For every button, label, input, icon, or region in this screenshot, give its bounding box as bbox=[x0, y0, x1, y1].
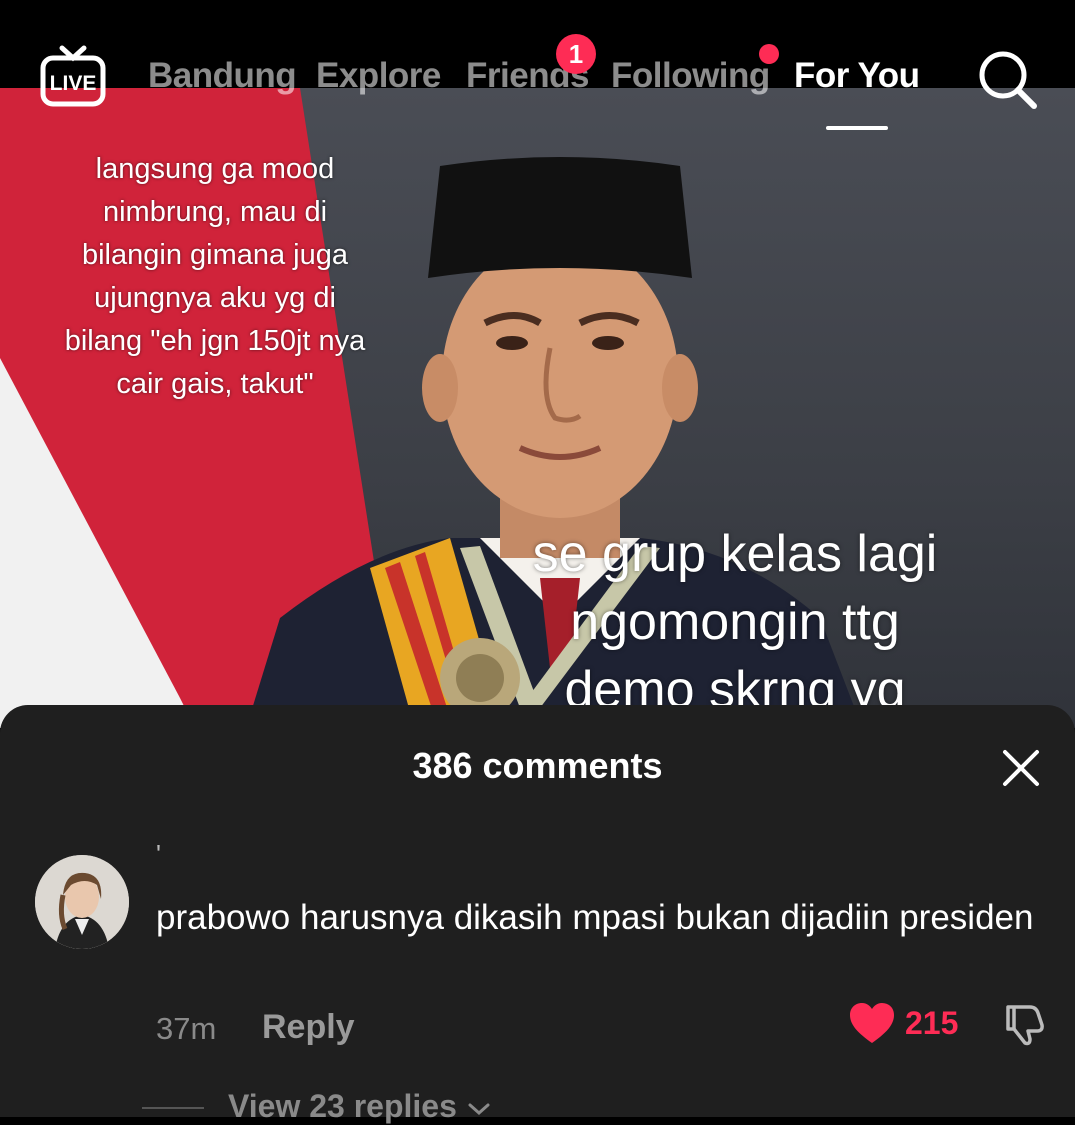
active-tab-indicator bbox=[826, 126, 888, 130]
tab-explore[interactable]: Explore bbox=[316, 56, 441, 96]
comments-count-title: 386 comments bbox=[412, 745, 663, 786]
video-caption-right: se grup kelas lagi ngomongin ttg demo sk… bbox=[532, 525, 938, 719]
tab-bandung[interactable]: Bandung bbox=[148, 56, 297, 96]
search-icon[interactable] bbox=[976, 48, 1038, 110]
live-label: LIVE bbox=[50, 72, 97, 95]
video-player[interactable]: langsung ga mood nimbrung, mau di bilang… bbox=[0, 88, 1075, 728]
video-caption-left: langsung ga mood nimbrung, mau di bilang… bbox=[64, 153, 366, 400]
like-count: 215 bbox=[905, 1005, 959, 1041]
dislike-icon[interactable] bbox=[1000, 999, 1048, 1047]
view-replies-label: View 23 replies bbox=[228, 1088, 457, 1124]
comments-sheet: 386 comments ' prabowo harusnya dikasih … bbox=[0, 705, 1075, 1124]
top-navigation: LIVE Bandung Explore Friends 1 Following… bbox=[0, 0, 1075, 140]
tab-for-you[interactable]: For You bbox=[794, 56, 920, 96]
avatar-image bbox=[35, 855, 129, 949]
comment-text: prabowo harusnya dikasih mpasi bukan dij… bbox=[156, 898, 1034, 937]
close-icon[interactable] bbox=[1000, 747, 1042, 789]
avatar[interactable] bbox=[35, 855, 129, 949]
replies-divider bbox=[142, 1107, 204, 1109]
tab-following[interactable]: Following bbox=[611, 56, 770, 96]
reply-button[interactable]: Reply bbox=[262, 1008, 355, 1047]
live-icon[interactable]: LIVE bbox=[40, 44, 106, 108]
heart-icon[interactable] bbox=[848, 1001, 896, 1045]
friends-notification-badge: 1 bbox=[556, 34, 596, 74]
view-replies-link[interactable]: View 23 replies bbox=[228, 1088, 492, 1125]
chevron-down-icon bbox=[468, 1103, 490, 1115]
comment-timestamp: 37m bbox=[156, 1011, 217, 1046]
following-new-dot bbox=[759, 44, 779, 64]
comment-username[interactable]: ' bbox=[156, 839, 161, 870]
